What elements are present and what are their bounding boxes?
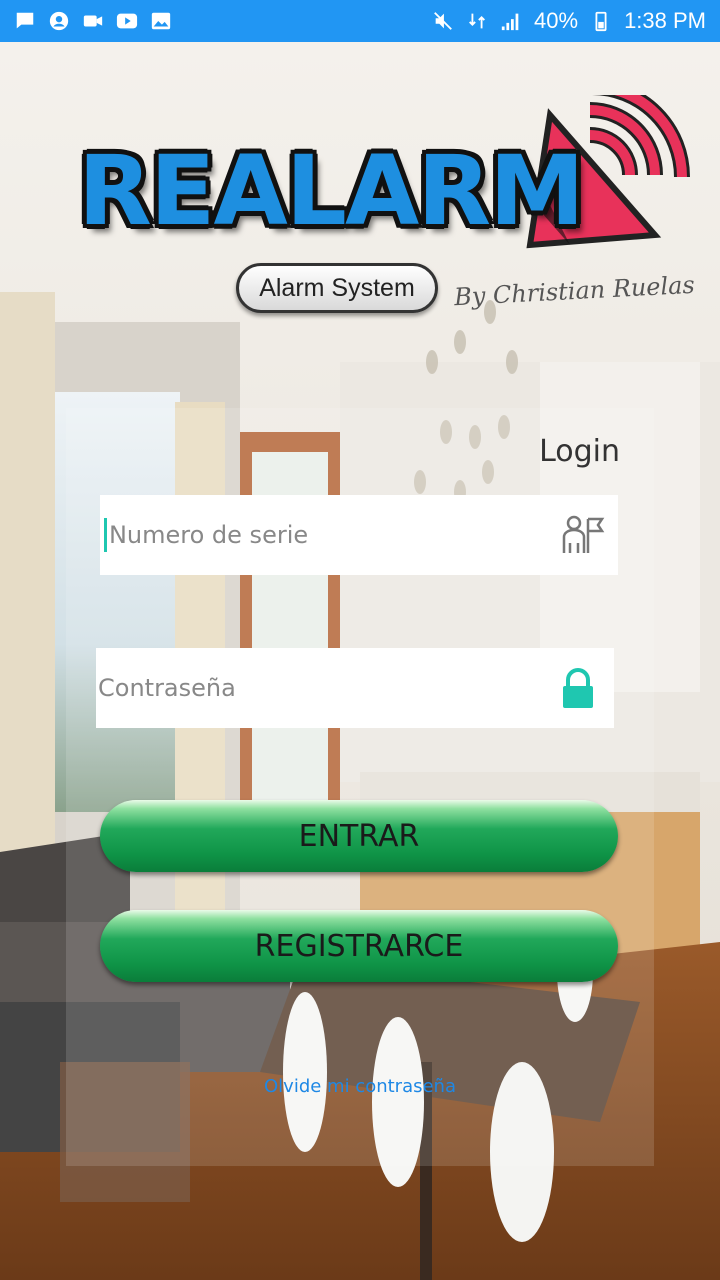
account-icon	[49, 11, 69, 31]
lock-icon	[563, 668, 593, 708]
enter-button[interactable]: ENTRAR	[100, 800, 618, 872]
clock: 1:38 PM	[624, 8, 706, 33]
serial-number-input[interactable]	[108, 521, 618, 549]
battery-icon	[595, 11, 607, 32]
logo-tagline: Alarm System	[236, 263, 438, 313]
password-field[interactable]	[96, 648, 614, 728]
logo-author: By Christian Ruelas	[453, 270, 696, 312]
login-title: Login	[539, 434, 620, 469]
youtube-icon	[116, 13, 138, 29]
image-icon	[151, 12, 171, 30]
battery-percent: 40%	[534, 8, 579, 33]
video-call-icon	[83, 15, 103, 27]
register-button[interactable]: REGISTRARCE	[100, 910, 618, 982]
login-panel: Login ENTRAR REGISTRARCE Olvide mi contr…	[66, 408, 654, 1166]
logo-wordmark: REALARM	[78, 135, 585, 247]
mute-icon	[434, 12, 452, 30]
user-flag-icon	[562, 515, 605, 553]
logo: REALARM Alarm System By Christian Ruelas	[70, 95, 700, 335]
text-cursor	[104, 518, 107, 552]
status-bar: 40% 1:38 PM	[0, 0, 720, 42]
signal-icon	[501, 13, 519, 31]
message-icon	[16, 12, 34, 29]
password-input[interactable]	[98, 674, 614, 702]
serial-number-field[interactable]	[100, 495, 618, 575]
forgot-password-link[interactable]: Olvide mi contraseña	[66, 1076, 654, 1097]
data-icon	[469, 13, 485, 29]
